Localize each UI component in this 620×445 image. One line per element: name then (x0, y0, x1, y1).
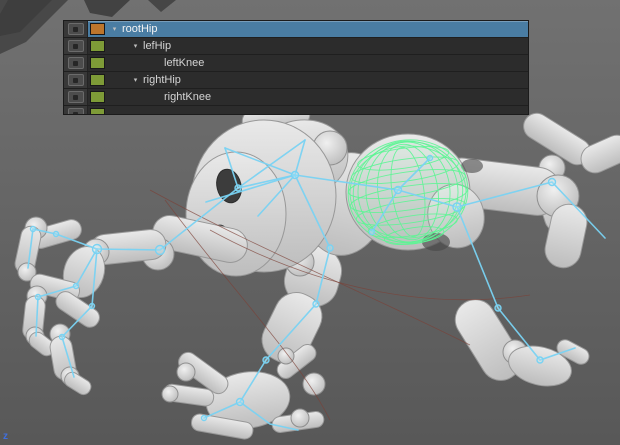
robot-model[interactable] (13, 101, 620, 440)
expand-arrow-icon[interactable]: ▾ (130, 43, 141, 50)
outliner-row-label: rootHip (122, 23, 158, 35)
outliner-row[interactable]: ▾ lefHip (64, 38, 528, 55)
outliner-row-label: lefHip (143, 40, 172, 52)
layer-color-swatch[interactable] (90, 91, 105, 103)
visibility-toggle-icon[interactable] (67, 40, 84, 52)
indent-wrap: ▾ rootHip (105, 23, 158, 35)
visibility-toggle-icon[interactable] (67, 23, 84, 35)
outliner-row[interactable]: ▾ rightHip (64, 72, 528, 89)
toggle-column (64, 55, 88, 71)
row-body[interactable] (88, 106, 528, 114)
layer-color-swatch[interactable] (90, 74, 105, 86)
toggle-dot (73, 111, 78, 114)
layer-color-swatch[interactable] (90, 40, 105, 52)
row-body[interactable]: ▾ rootHip (88, 21, 528, 37)
axis-z-label: z (3, 431, 8, 442)
outliner-row-label: leftKnee (164, 57, 205, 69)
toggle-column (64, 21, 88, 37)
expand-arrow-icon[interactable]: ▾ (130, 77, 141, 84)
indent-wrap: ▾ rightHip (105, 74, 181, 86)
row-body[interactable]: ▾ rightHip (88, 72, 528, 88)
visibility-toggle-icon[interactable] (67, 57, 84, 69)
outliner-row[interactable]: rightKnee (64, 89, 528, 106)
viewport-3d[interactable]: ▾ rootHip ▾ lefHip leftKnee ▾ rightHip r… (0, 0, 620, 445)
outliner-row[interactable]: ▾ rootHip (64, 21, 528, 38)
outliner-row[interactable] (64, 106, 528, 114)
row-body[interactable]: leftKnee (88, 55, 528, 71)
visibility-toggle-icon[interactable] (67, 108, 84, 114)
toggle-dot (73, 26, 78, 32)
layer-color-swatch[interactable] (90, 23, 105, 35)
outliner-row-label: rightKnee (164, 91, 212, 103)
outliner-row-label: rightHip (143, 74, 181, 86)
toggle-column (64, 89, 88, 105)
outliner-row[interactable]: leftKnee (64, 55, 528, 72)
indent-wrap: leftKnee (105, 57, 204, 69)
row-body[interactable]: ▾ lefHip (88, 38, 528, 54)
indent-wrap: ▾ lefHip (105, 40, 171, 52)
toggle-dot (73, 94, 78, 100)
indent-wrap: rightKnee (105, 91, 211, 103)
layer-color-swatch[interactable] (90, 57, 105, 69)
layer-color-swatch[interactable] (90, 108, 105, 114)
toggle-column (64, 106, 88, 114)
toggle-column (64, 38, 88, 54)
row-body[interactable]: rightKnee (88, 89, 528, 105)
toggle-dot (73, 60, 78, 66)
visibility-toggle-icon[interactable] (67, 91, 84, 103)
expand-arrow-icon[interactable]: ▾ (109, 26, 120, 33)
toggle-dot (73, 77, 78, 83)
joint-hierarchy-panel: ▾ rootHip ▾ lefHip leftKnee ▾ rightHip r… (64, 21, 528, 114)
visibility-toggle-icon[interactable] (67, 74, 84, 86)
toggle-column (64, 72, 88, 88)
toggle-dot (73, 43, 78, 49)
